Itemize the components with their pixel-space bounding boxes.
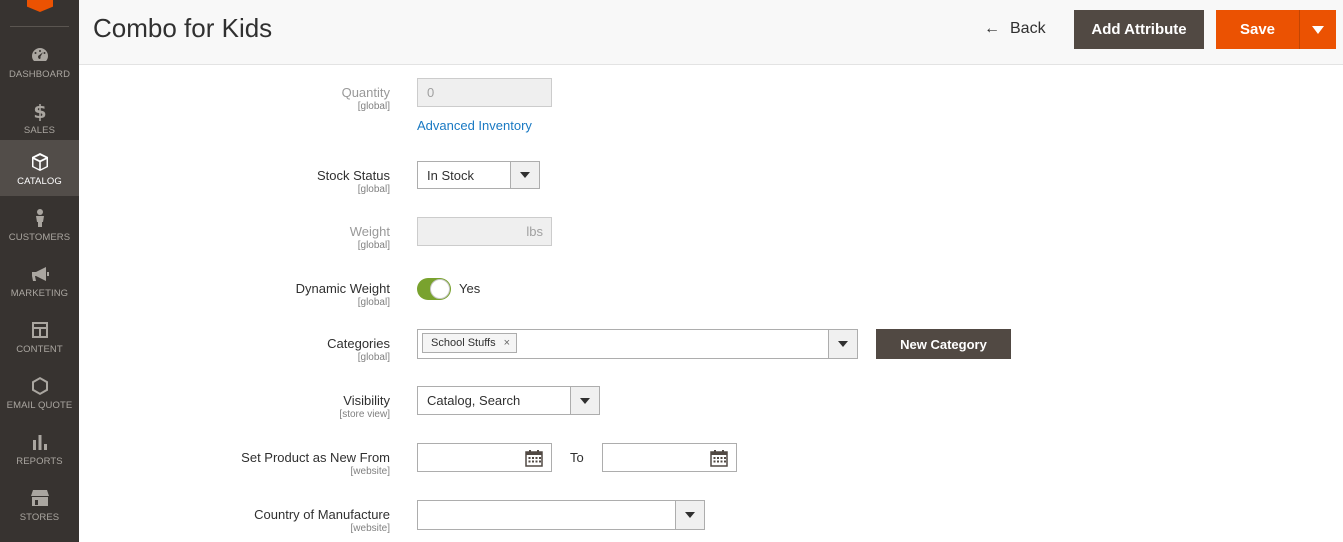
weight-input[interactable]: lbs: [417, 217, 552, 246]
calendar-icon[interactable]: [525, 449, 543, 467]
sidebar-item-label: Catalog: [17, 176, 62, 187]
sidebar-item-reports[interactable]: Reports: [0, 420, 79, 476]
back-button[interactable]: ← Back: [984, 20, 1046, 38]
back-button-label: Back: [1010, 20, 1046, 37]
quantity-label: Quantity [global]: [341, 85, 390, 112]
visibility-label: Visibility [store view]: [339, 393, 390, 420]
chevron-down-icon: [570, 387, 599, 414]
sidebar-item-label: Email Quote: [6, 400, 73, 411]
person-icon: [35, 209, 44, 227]
sidebar-item-label: Content: [16, 344, 63, 355]
sidebar-item-dashboard[interactable]: Dashboard: [0, 33, 79, 89]
new-to-date-input[interactable]: [602, 443, 737, 472]
sidebar-item-label: Reports: [16, 456, 63, 467]
scope-label: [global]: [357, 352, 390, 363]
arrow-left-icon: ←: [984, 20, 1000, 37]
save-button[interactable]: Save: [1216, 10, 1299, 49]
sidebar-item-catalog[interactable]: Catalog: [0, 140, 79, 196]
chevron-down-icon: [828, 330, 857, 358]
new-category-button[interactable]: New Category: [876, 329, 1011, 359]
scope-label: [global]: [357, 240, 390, 251]
sidebar-item-customers[interactable]: Customers: [0, 196, 79, 252]
advanced-inventory-link[interactable]: Advanced Inventory: [417, 118, 532, 133]
save-options-toggle[interactable]: [1299, 10, 1336, 49]
page-header: Combo for Kids ← Back Add Attribute Save: [79, 0, 1343, 65]
chevron-down-icon: [675, 501, 704, 529]
to-label: To: [570, 450, 584, 465]
page-title: Combo for Kids: [93, 13, 273, 43]
new-from-date-input[interactable]: [417, 443, 552, 472]
sidebar-item-label: Dashboard: [8, 69, 71, 80]
scope-label: [global]: [357, 297, 390, 308]
sidebar-item-label: Customers: [8, 232, 71, 243]
dynamic-weight-value: Yes: [459, 281, 481, 296]
toggle-knob: [430, 279, 450, 299]
stock-status-select[interactable]: In Stock: [417, 161, 540, 189]
layout-icon: [31, 322, 48, 338]
country-label: Country of Manufacture [website]: [254, 507, 390, 534]
category-tag: School Stuffs ×: [422, 333, 518, 353]
chevron-down-icon: [510, 162, 539, 188]
dynamic-weight-toggle[interactable]: [417, 278, 451, 300]
bar-chart-icon: [32, 435, 47, 450]
visibility-select[interactable]: Catalog, Search: [417, 386, 600, 415]
scope-label: [website]: [350, 523, 390, 534]
dashboard-icon: [31, 48, 48, 61]
stock-status-label: Stock Status [global]: [317, 168, 390, 195]
sidebar-item-marketing[interactable]: Marketing: [0, 252, 79, 308]
chevron-down-icon: [1312, 25, 1324, 34]
sidebar-item-label: Marketing: [10, 288, 69, 299]
megaphone-icon: [31, 267, 49, 281]
weight-label: Weight [global]: [349, 224, 390, 251]
calendar-icon[interactable]: [710, 449, 728, 467]
sidebar-item-label: Sales: [23, 125, 56, 136]
weight-unit: lbs: [526, 224, 543, 239]
sidebar-item-label: Stores: [19, 512, 60, 523]
categories-label: Categories [global]: [327, 336, 390, 363]
sidebar-item-stores[interactable]: Stores: [0, 476, 79, 532]
box-icon: [31, 153, 48, 171]
svg-text:$: $: [33, 101, 46, 121]
close-icon[interactable]: ×: [504, 337, 510, 349]
country-select[interactable]: [417, 500, 705, 530]
dollar-icon: $: [33, 101, 46, 121]
hexagon-icon: [31, 377, 48, 395]
store-icon: [30, 490, 49, 506]
scope-label: [store view]: [339, 409, 390, 420]
dynamic-weight-label: Dynamic Weight [global]: [295, 281, 390, 308]
quantity-input[interactable]: 0: [417, 78, 552, 107]
new-from-label: Set Product as New From [website]: [241, 450, 390, 477]
scope-label: [website]: [350, 466, 390, 477]
sidebar-item-content[interactable]: Content: [0, 308, 79, 364]
sidebar-item-sales[interactable]: $ Sales: [0, 89, 79, 145]
sidebar-divider: [10, 26, 69, 27]
admin-sidebar: Dashboard $ Sales Catalog Customers Mark…: [0, 0, 79, 542]
add-attribute-button[interactable]: Add Attribute: [1074, 10, 1204, 49]
magento-logo-icon[interactable]: [27, 0, 53, 12]
sidebar-item-email-quote[interactable]: Email Quote: [0, 364, 79, 420]
scope-label: [global]: [357, 184, 390, 195]
scope-label: [global]: [357, 101, 390, 112]
